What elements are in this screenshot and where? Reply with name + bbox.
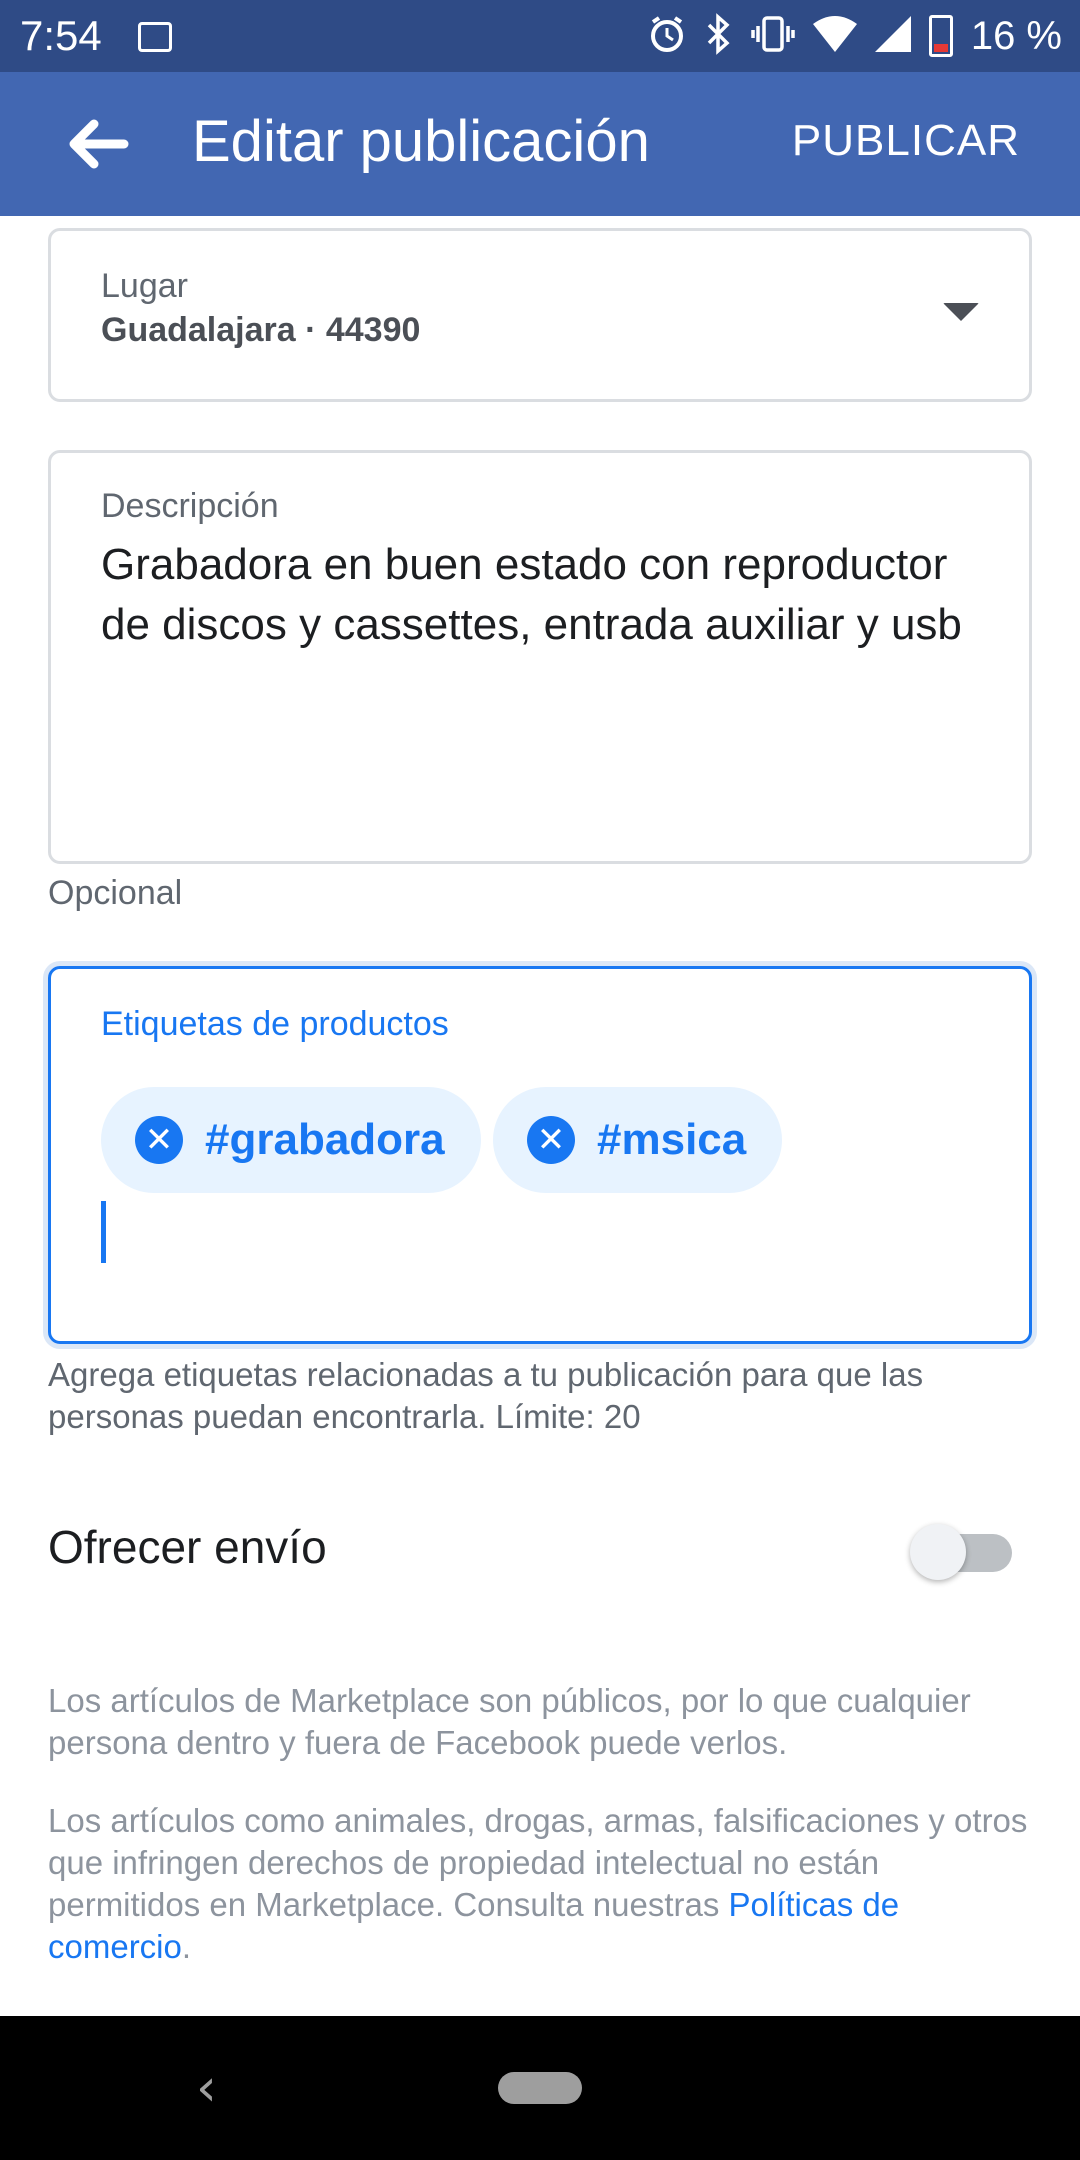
toggle-knob — [910, 1524, 966, 1580]
shipping-toggle[interactable] — [910, 1524, 1020, 1580]
app-bar: Editar publicación PUBLICAR — [0, 72, 1080, 216]
back-button[interactable] — [60, 112, 132, 176]
status-icons: 16 % — [647, 10, 1062, 62]
status-time: 7:54 — [20, 12, 102, 59]
policy-notice-suffix: . — [181, 1928, 192, 1965]
remove-tag-icon[interactable]: ✕ — [527, 1116, 575, 1164]
nav-home-icon[interactable] — [498, 2072, 582, 2104]
shipping-label: Ofrecer envío — [48, 1521, 327, 1573]
description-field[interactable]: Descripción Grabadora en buen estado con… — [48, 450, 1032, 864]
remove-tag-icon[interactable]: ✕ — [135, 1116, 183, 1164]
public-notice: Los artículos de Marketplace son público… — [48, 1682, 971, 1761]
description-helper: Opcional — [48, 874, 183, 912]
alarm-icon — [647, 14, 687, 59]
nav-back-icon[interactable]: ‹ — [196, 2058, 217, 2118]
battery-percent: 16 % — [970, 13, 1062, 58]
signal-icon — [874, 15, 911, 57]
arrow-left-icon — [69, 119, 129, 169]
system-nav-bar: ‹ — [0, 2016, 1080, 2160]
publish-button[interactable]: PUBLICAR — [792, 116, 1020, 166]
place-field[interactable]: Lugar Guadalajara · 44390 — [48, 228, 1032, 402]
place-value: Guadalajara · 44390 — [101, 311, 421, 349]
vibrate-icon — [751, 14, 795, 59]
place-label: Lugar — [101, 267, 188, 305]
page-title: Editar publicación — [192, 109, 650, 174]
image-icon — [138, 22, 172, 52]
product-tags-field[interactable]: Etiquetas de productos ✕ #grabadora ✕ #m… — [48, 966, 1032, 1344]
text-cursor — [101, 1201, 106, 1263]
tag-chip-text: #grabadora — [205, 1115, 445, 1164]
bluetooth-icon — [705, 12, 733, 60]
tags-label: Etiquetas de productos — [101, 1005, 449, 1043]
tag-chip[interactable]: ✕ #grabadora — [101, 1087, 481, 1193]
status-bar: 7:54 16 % — [0, 0, 1080, 72]
wifi-icon — [812, 15, 857, 57]
battery-icon — [928, 15, 953, 57]
policy-notice: Los artículos como animales, drogas, arm… — [48, 1800, 1038, 1968]
tags-helper: Agrega etiquetas relacionadas a tu publi… — [48, 1356, 924, 1435]
description-text[interactable]: Grabadora en buen estado con reproductor… — [101, 535, 981, 655]
description-label: Descripción — [101, 487, 279, 525]
chevron-down-icon[interactable] — [943, 303, 979, 321]
tag-chip-text: #msica — [597, 1115, 747, 1164]
tag-chip[interactable]: ✕ #msica — [493, 1087, 783, 1193]
